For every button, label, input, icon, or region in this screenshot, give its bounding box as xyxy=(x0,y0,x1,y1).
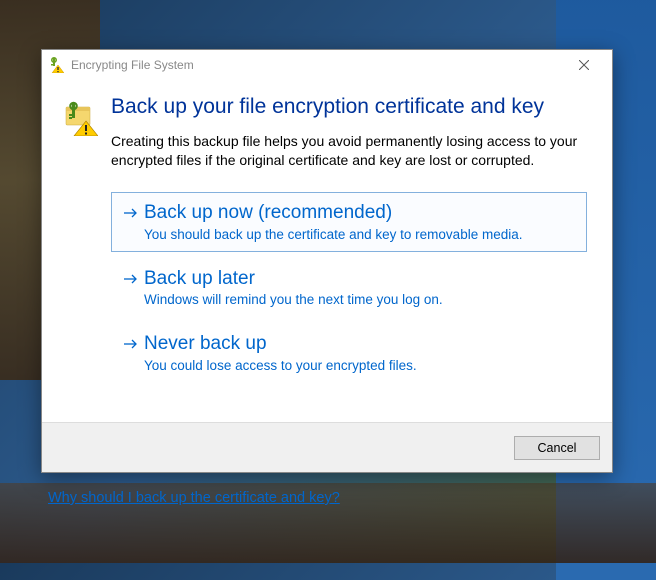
efs-backup-dialog: Encrypting File System Back up your xyxy=(41,49,613,473)
efs-titlebar-icon xyxy=(48,57,64,73)
cancel-button[interactable]: Cancel xyxy=(514,436,600,460)
titlebar-title: Encrypting File System xyxy=(71,58,562,72)
option-desc: You could lose access to your encrypted … xyxy=(144,358,576,373)
efs-main-icon xyxy=(63,95,98,422)
option-text: Back up now (recommended) You should bac… xyxy=(144,202,576,242)
titlebar: Encrypting File System xyxy=(42,50,612,80)
option-backup-later[interactable]: Back up later Windows will remind you th… xyxy=(111,258,587,318)
arrow-right-icon xyxy=(122,202,144,227)
help-link[interactable]: Why should I back up the certificate and… xyxy=(48,490,340,506)
dialog-description: Creating this backup file helps you avoi… xyxy=(111,132,587,170)
close-icon xyxy=(579,60,589,70)
dialog-body: Back up your file encryption certificate… xyxy=(98,95,587,422)
dialog-heading: Back up your file encryption certificate… xyxy=(111,95,587,119)
option-text: Never back up You could lose access to y… xyxy=(144,333,576,373)
option-title: Back up later xyxy=(144,268,576,291)
option-never-backup[interactable]: Never back up You could lose access to y… xyxy=(111,323,587,383)
arrow-right-icon xyxy=(122,268,144,293)
options-list: Back up now (recommended) You should bac… xyxy=(111,192,587,383)
option-desc: You should back up the certificate and k… xyxy=(144,227,576,242)
close-button[interactable] xyxy=(562,51,606,79)
option-desc: Windows will remind you the next time yo… xyxy=(144,292,576,307)
dialog-content: Back up your file encryption certificate… xyxy=(42,80,612,422)
dialog-footer: Cancel xyxy=(42,422,612,472)
option-title: Never back up xyxy=(144,333,576,356)
option-title: Back up now (recommended) xyxy=(144,202,576,225)
option-backup-now[interactable]: Back up now (recommended) You should bac… xyxy=(111,192,587,252)
arrow-right-icon xyxy=(122,333,144,358)
option-text: Back up later Windows will remind you th… xyxy=(144,268,576,308)
